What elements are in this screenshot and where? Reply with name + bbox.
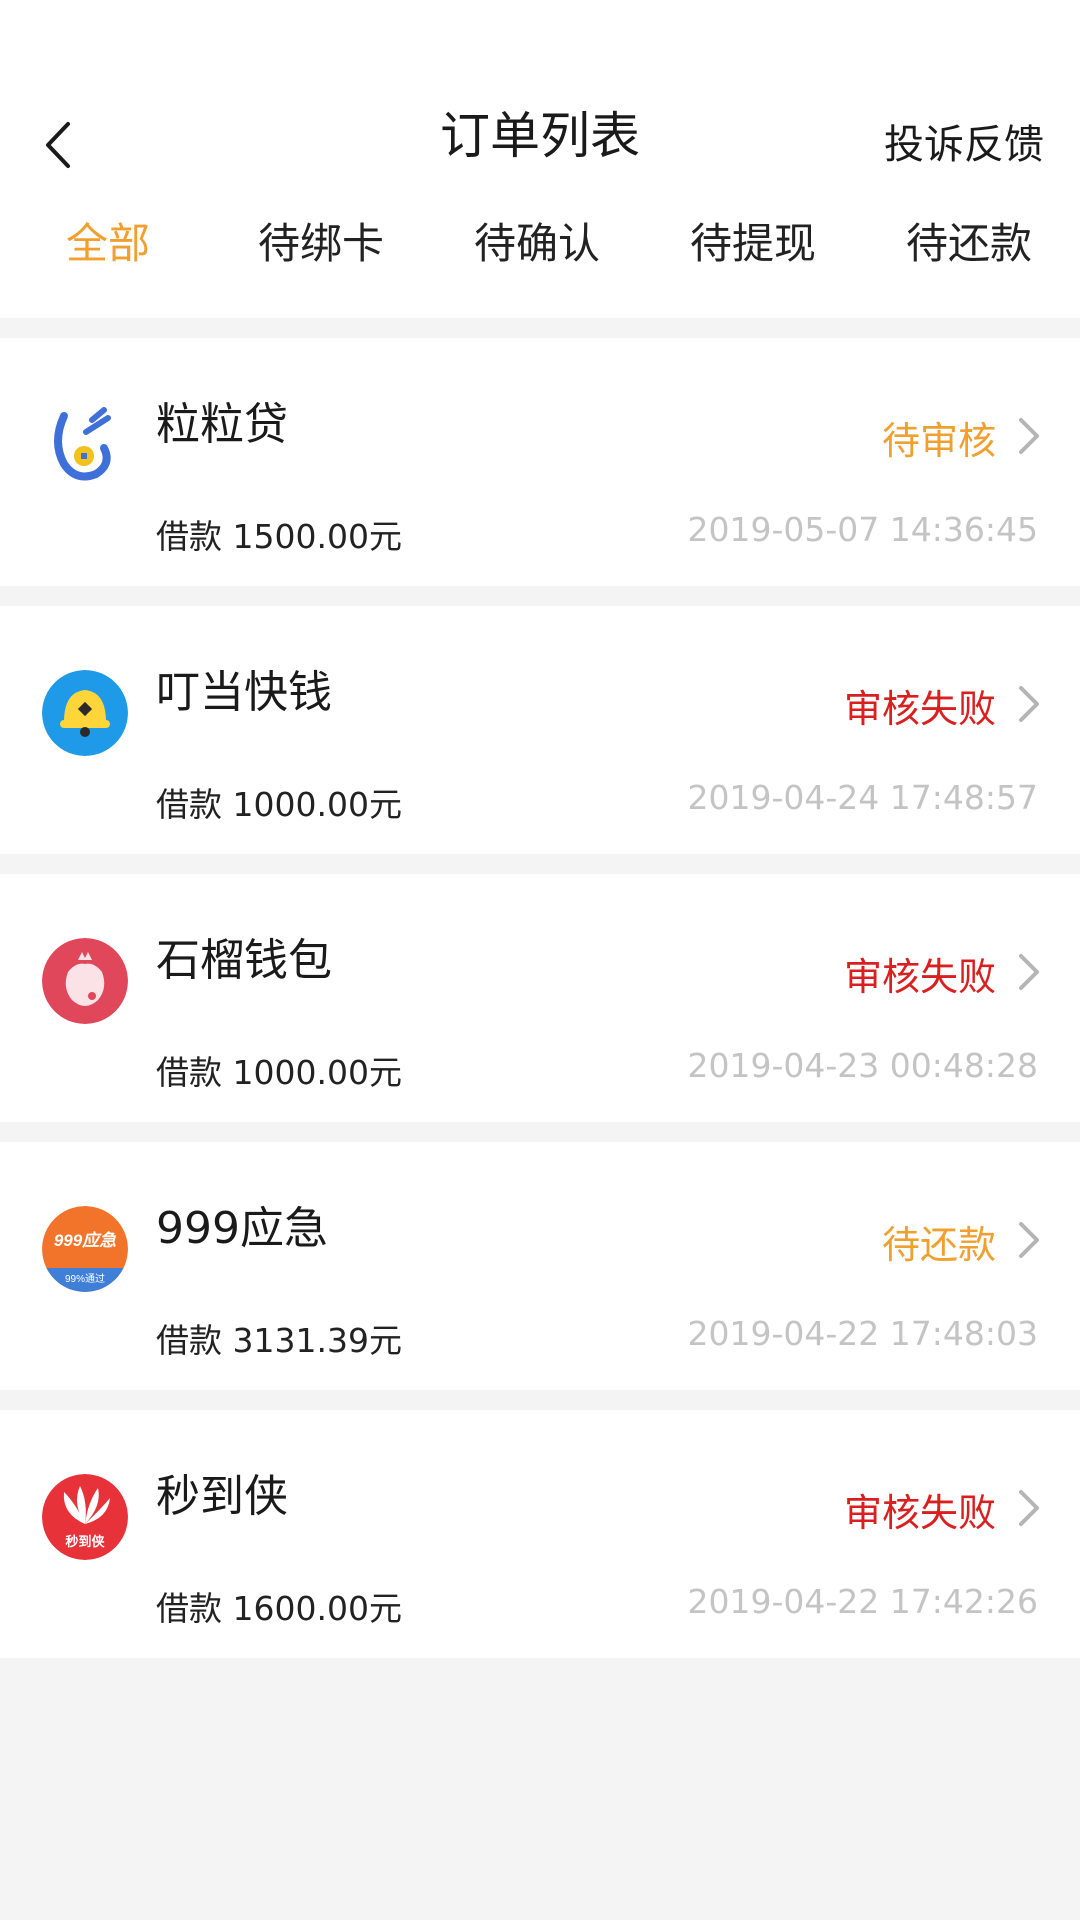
loan-amount: 借款 3131.39元: [156, 1321, 402, 1360]
tab-pending-withdraw[interactable]: 待提现: [690, 210, 816, 271]
order-time: 2019-04-23 00:48:28: [687, 1046, 1038, 1085]
status-tabs: 全部 待绑卡 待确认 待提现 待还款: [0, 210, 1080, 280]
order-time: 2019-04-22 17:48:03: [687, 1314, 1038, 1353]
order-list: 粒粒贷 待审核 借款 1500.00元 2019-05-07 14:36:45 …: [0, 338, 1080, 1678]
order-time: 2019-04-22 17:42:26: [687, 1582, 1038, 1621]
status-badge: 待审核: [881, 419, 996, 463]
chevron-right-icon: [1019, 1222, 1039, 1258]
order-item[interactable]: 秒到侠 秒到侠 审核失败 借款 1600.00元 2019-04-22 17:4…: [0, 1410, 1080, 1658]
lender-name: 秒到侠: [156, 1471, 288, 1522]
order-item[interactable]: 叮当快钱 审核失败 借款 1000.00元 2019-04-24 17:48:5…: [0, 606, 1080, 854]
lender-name: 999应急: [156, 1203, 328, 1254]
chevron-right-icon: [1019, 686, 1039, 722]
app-root: 订单列表 投诉反馈 全部 待绑卡 待确认 待提现 待还款 粒粒贷 待审核 借款 …: [0, 0, 1080, 1920]
order-item[interactable]: 粒粒贷 待审核 借款 1500.00元 2019-05-07 14:36:45: [0, 338, 1080, 586]
status-badge: 待还款: [881, 1223, 996, 1267]
tab-pending-confirm[interactable]: 待确认: [474, 210, 600, 271]
status-badge: 审核失败: [843, 1491, 996, 1535]
lender-name: 粒粒贷: [156, 399, 288, 450]
tab-all[interactable]: 全部: [66, 210, 150, 271]
order-item[interactable]: 999应急 99%通过 999应急 待还款 借款 3131.39元 2019-0…: [0, 1142, 1080, 1390]
order-item[interactable]: 石榴钱包 审核失败 借款 1000.00元 2019-04-23 00:48:2…: [0, 874, 1080, 1122]
loan-amount: 借款 1000.00元: [156, 1053, 402, 1092]
tab-pending-repay[interactable]: 待还款: [906, 210, 1032, 271]
lilidai-logo-icon: [54, 407, 111, 481]
status-badge: 审核失败: [843, 955, 996, 999]
tab-pending-bind-card[interactable]: 待绑卡: [258, 210, 384, 271]
bell-logo-icon: [42, 670, 128, 756]
header: 订单列表 投诉反馈 全部 待绑卡 待确认 待提现 待还款: [0, 0, 1080, 318]
chevron-right-icon: [1019, 954, 1039, 990]
miaodaoxia-logo-icon: 秒到侠: [42, 1474, 128, 1560]
order-time: 2019-04-24 17:48:57: [687, 778, 1038, 817]
999-logo-icon: 999应急 99%通过: [42, 1206, 128, 1292]
pomegranate-logo-icon: [42, 938, 128, 1024]
loan-amount: 借款 1600.00元: [156, 1589, 402, 1628]
order-time: 2019-05-07 14:36:45: [687, 510, 1038, 549]
logo-subtext: 99%通过: [65, 1272, 105, 1285]
feedback-button[interactable]: 投诉反馈: [884, 112, 1044, 170]
loan-amount: 借款 1000.00元: [156, 785, 402, 824]
logo-text: 秒到侠: [65, 1534, 105, 1549]
lender-name: 石榴钱包: [156, 935, 332, 986]
lender-name: 叮当快钱: [156, 667, 332, 718]
logo-text: 999应急: [54, 1231, 116, 1250]
chevron-right-icon: [1019, 418, 1039, 454]
chevron-right-icon: [1019, 1490, 1039, 1526]
loan-amount: 借款 1500.00元: [156, 517, 402, 556]
status-badge: 审核失败: [843, 687, 996, 731]
